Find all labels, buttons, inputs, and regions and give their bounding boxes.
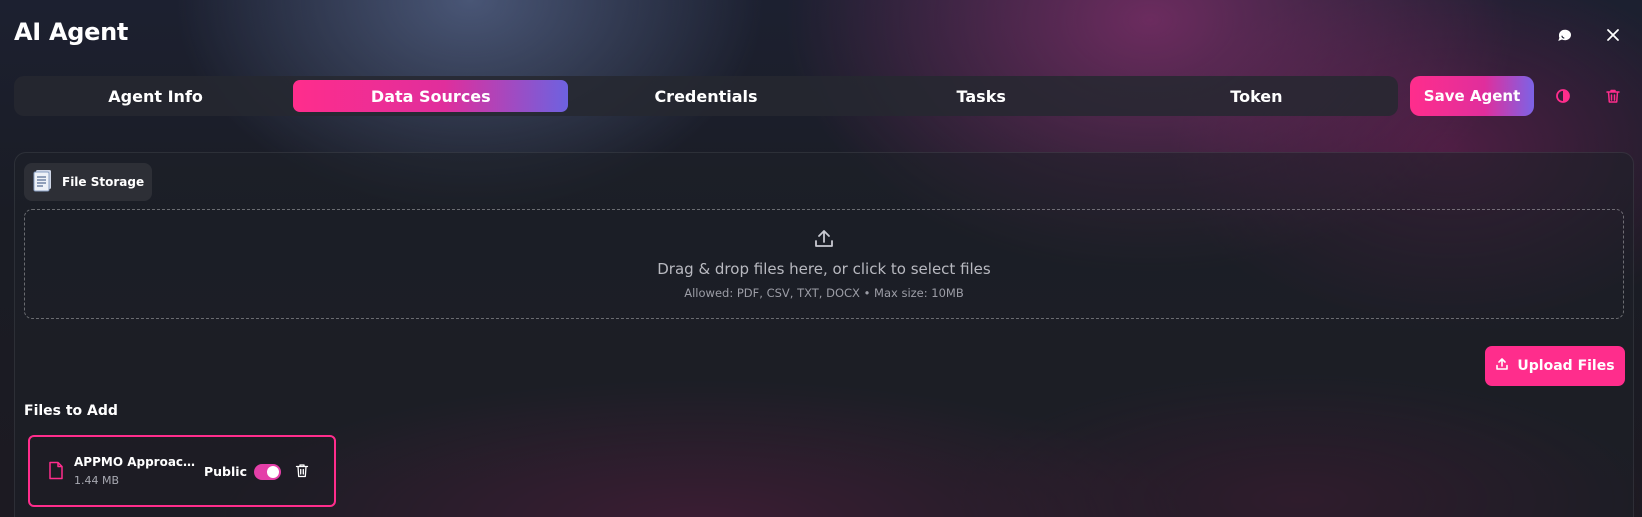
file-icon bbox=[48, 461, 64, 484]
list-item: APPMO Approach.docx 1.44 MB Public bbox=[28, 435, 336, 507]
upload-icon bbox=[1495, 357, 1509, 375]
file-name: APPMO Approach.docx bbox=[74, 455, 200, 469]
chat-bubble-icon[interactable] bbox=[1552, 22, 1578, 48]
file-size: 1.44 MB bbox=[74, 474, 120, 487]
save-agent-button[interactable]: Save Agent bbox=[1410, 76, 1534, 116]
tab-bar: Agent Info Data Sources Credentials Task… bbox=[14, 76, 1398, 116]
trash-icon[interactable] bbox=[1600, 83, 1626, 109]
half-circle-icon[interactable] bbox=[1550, 83, 1576, 109]
close-icon[interactable] bbox=[1600, 22, 1626, 48]
tab-credentials[interactable]: Credentials bbox=[568, 80, 843, 112]
data-sources-panel: File Storage Drag & drop files here, or … bbox=[14, 152, 1634, 517]
document-stack-icon bbox=[32, 169, 54, 196]
tab-agent-info[interactable]: Agent Info bbox=[18, 80, 293, 112]
file-storage-chip[interactable]: File Storage bbox=[24, 163, 153, 201]
toggle-knob bbox=[267, 466, 279, 478]
page-title: AI Agent bbox=[14, 18, 129, 46]
dropzone-subtitle: Allowed: PDF, CSV, TXT, DOCX • Max size:… bbox=[684, 286, 964, 300]
file-dropzone[interactable]: Drag & drop files here, or click to sele… bbox=[24, 209, 1624, 319]
file-storage-label: File Storage bbox=[62, 175, 145, 189]
tab-tasks[interactable]: Tasks bbox=[844, 80, 1119, 112]
dropzone-title: Drag & drop files here, or click to sele… bbox=[657, 260, 991, 278]
visibility-label: Public bbox=[204, 464, 247, 479]
tab-token[interactable]: Token bbox=[1119, 80, 1394, 112]
public-toggle[interactable] bbox=[254, 464, 281, 480]
files-to-add-heading: Files to Add bbox=[24, 403, 118, 419]
upload-files-label: Upload Files bbox=[1517, 358, 1615, 374]
trash-icon[interactable] bbox=[295, 463, 309, 482]
tab-data-sources[interactable]: Data Sources bbox=[293, 80, 569, 112]
upload-files-button[interactable]: Upload Files bbox=[1485, 346, 1625, 386]
upload-icon bbox=[813, 228, 835, 254]
